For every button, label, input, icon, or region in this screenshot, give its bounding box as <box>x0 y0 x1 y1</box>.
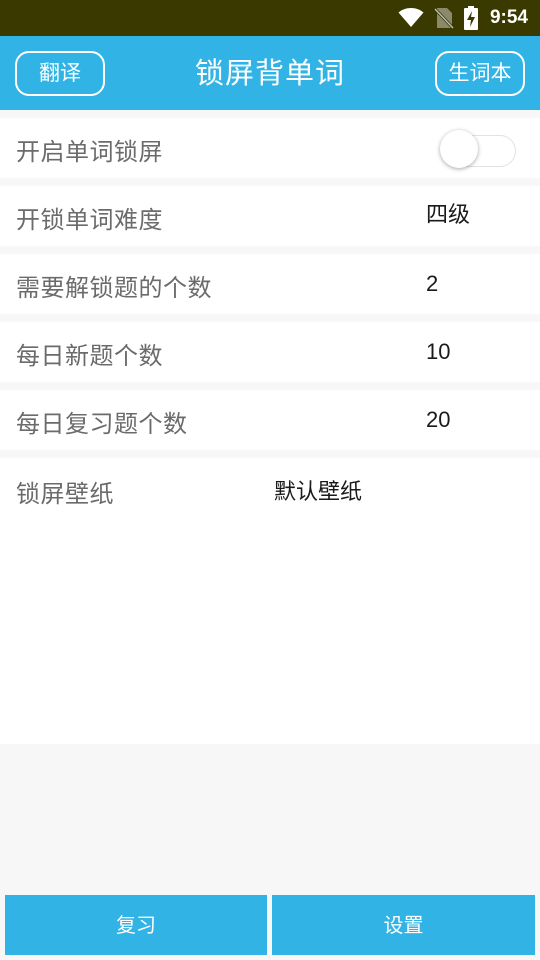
setting-label: 锁屏壁纸 <box>16 480 114 508</box>
no-sim-icon <box>433 7 454 29</box>
review-button[interactable]: 复习 <box>5 895 267 955</box>
setting-value: 2 <box>426 271 439 296</box>
status-bar: 9:54 <box>0 0 540 36</box>
status-icons: 9:54 <box>398 0 528 36</box>
setting-row-enable-lock[interactable]: 开启单词锁屏 <box>0 118 540 178</box>
setting-label: 开锁单词难度 <box>16 206 163 234</box>
setting-value: 四级 <box>426 203 471 228</box>
app-bar: 翻译 锁屏背单词 生词本 <box>0 36 540 110</box>
setting-row-daily-review[interactable]: 每日复习题个数 20 <box>0 390 540 450</box>
setting-label: 每日复习题个数 <box>16 410 188 438</box>
setting-row-unlock-count[interactable]: 需要解锁题的个数 2 <box>0 254 540 314</box>
setting-label: 每日新题个数 <box>16 342 163 370</box>
setting-label: 需要解锁题的个数 <box>16 274 212 302</box>
status-time: 9:54 <box>489 7 528 28</box>
setting-row-daily-new[interactable]: 每日新题个数 10 <box>0 322 540 382</box>
setting-value: 20 <box>426 407 451 432</box>
wifi-icon <box>398 8 424 28</box>
battery-charging-icon <box>463 6 478 30</box>
setting-row-wallpaper[interactable]: 锁屏壁纸 默认壁纸 <box>0 458 540 744</box>
setting-value: 默认壁纸 <box>274 480 363 505</box>
vocabulary-book-button[interactable]: 生词本 <box>435 51 525 96</box>
settings-button[interactable]: 设置 <box>272 895 535 955</box>
setting-value: 10 <box>426 339 451 364</box>
enable-lock-toggle[interactable] <box>440 129 516 169</box>
setting-row-difficulty[interactable]: 开锁单词难度 四级 <box>0 186 540 246</box>
toggle-knob <box>440 130 478 168</box>
setting-label: 开启单词锁屏 <box>16 138 163 166</box>
